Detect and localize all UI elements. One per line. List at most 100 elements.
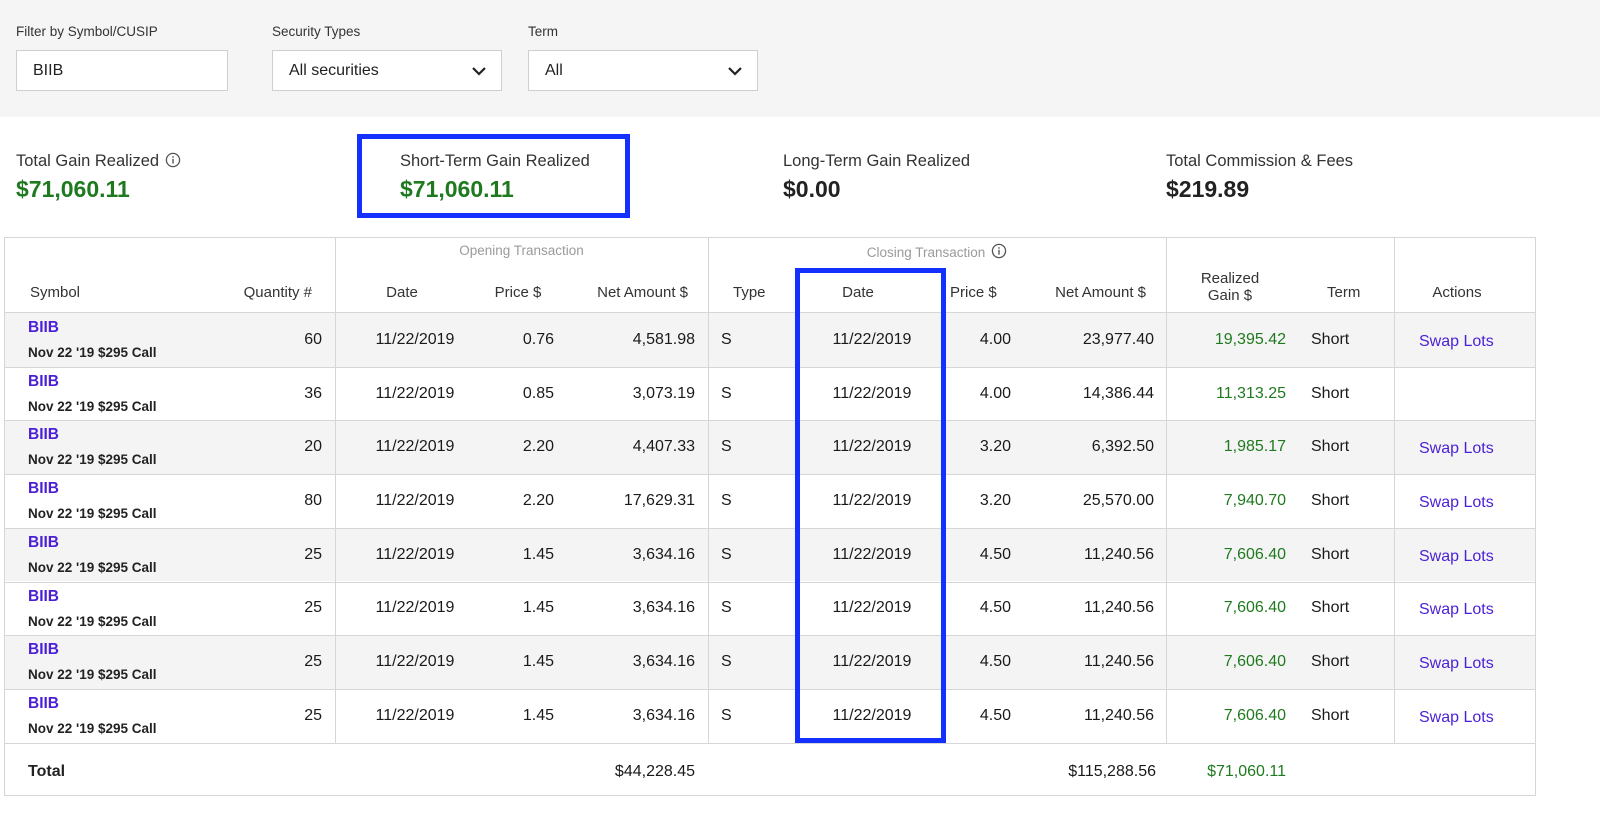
total-label: Total: [28, 762, 66, 780]
open-net-cell: 3,634.16: [632, 599, 695, 617]
close-price-cell: 4.50: [979, 599, 1011, 617]
col-header-close-net[interactable]: Net Amount $: [1030, 284, 1146, 301]
open-date-cell: 11/22/2019: [375, 706, 455, 724]
close-net-cell: 25,570.00: [1082, 491, 1154, 509]
open-net-cell: 3,634.16: [632, 706, 695, 724]
open-net-cell: 4,407.33: [632, 438, 695, 456]
open-price-cell: 1.45: [522, 545, 554, 563]
close-net-cell: 11,240.56: [1084, 599, 1154, 617]
close-net-cell: 11,240.56: [1084, 653, 1154, 671]
col-header-type[interactable]: Type: [733, 284, 766, 301]
symbol-link[interactable]: BIIB: [28, 426, 59, 444]
term-value: All: [545, 62, 563, 79]
col-header-actions: Actions: [1432, 284, 1482, 301]
col-header-realized-gain[interactable]: Realized Gain $: [1180, 270, 1280, 304]
term-cell: Short: [1311, 491, 1350, 509]
total-realized-gain: $71,060.11: [1207, 762, 1286, 780]
open-price-cell: 1.45: [522, 653, 554, 671]
swap-lots-link[interactable]: Swap Lots: [1419, 601, 1494, 619]
quantity-cell: 60: [304, 330, 322, 348]
quantity-cell: 36: [304, 384, 322, 402]
row-divider: [5, 474, 1535, 476]
col-header-term[interactable]: Term: [1327, 284, 1360, 301]
symbol-link[interactable]: BIIB: [28, 641, 59, 659]
type-cell: S: [721, 330, 732, 348]
open-price-cell: 1.45: [522, 599, 554, 617]
swap-lots-link[interactable]: Swap Lots: [1419, 333, 1494, 351]
row-divider: [5, 366, 1535, 368]
open-net-cell: 4,581.98: [632, 330, 695, 348]
close-net-cell: 6,392.50: [1091, 438, 1154, 456]
type-cell: S: [721, 653, 732, 671]
quantity-cell: 25: [304, 653, 322, 671]
col-header-open-price[interactable]: Price $: [478, 284, 558, 301]
col-header-quantity[interactable]: Quantity #: [200, 284, 312, 301]
open-price-cell: 1.45: [522, 706, 554, 724]
option-description: Nov 22 '19 $295 Call: [28, 720, 157, 736]
open-net-cell: 3,634.16: [632, 545, 695, 563]
symbol-link[interactable]: BIIB: [28, 373, 59, 391]
symbol-link[interactable]: BIIB: [28, 319, 59, 337]
realized-gain-cell: 1,985.17: [1223, 438, 1286, 456]
term-select[interactable]: All: [528, 50, 758, 91]
close-price-cell: 4.50: [979, 653, 1011, 671]
info-icon[interactable]: [991, 243, 1007, 259]
commission-fees-value: $219.89: [1166, 176, 1250, 202]
row-divider: [5, 635, 1535, 637]
chevron-down-icon: [728, 67, 742, 76]
close-net-cell: 11,240.56: [1084, 545, 1154, 563]
total-close-net: $115,288.56: [1068, 762, 1156, 780]
option-description: Nov 22 '19 $295 Call: [28, 506, 157, 522]
quantity-cell: 25: [304, 706, 322, 724]
col-header-close-price[interactable]: Price $: [950, 284, 997, 301]
symbol-filter-input[interactable]: BIIB: [16, 50, 228, 91]
swap-lots-link[interactable]: Swap Lots: [1419, 709, 1494, 727]
col-header-open-date[interactable]: Date: [350, 284, 454, 301]
column-divider: [1394, 237, 1395, 743]
row-divider: [5, 742, 1535, 744]
long-term-gain-label: Long-Term Gain Realized: [783, 152, 971, 170]
short-term-gain-highlight: [357, 134, 630, 218]
symbol-link[interactable]: BIIB: [28, 695, 59, 713]
row-divider: [5, 581, 1535, 583]
close-net-cell: 11,240.56: [1084, 706, 1154, 724]
open-date-cell: 11/22/2019: [375, 599, 455, 617]
quantity-cell: 25: [304, 599, 322, 617]
realized-gain-cell: 7,940.70: [1223, 491, 1286, 509]
swap-lots-link[interactable]: Swap Lots: [1419, 440, 1494, 458]
option-description: Nov 22 '19 $295 Call: [28, 559, 157, 575]
col-header-symbol[interactable]: Symbol: [30, 284, 80, 301]
security-types-value: All securities: [289, 62, 379, 79]
close-price-cell: 4.00: [979, 330, 1011, 348]
realized-gain-cell: 11,313.25: [1216, 384, 1286, 402]
option-description: Nov 22 '19 $295 Call: [28, 398, 157, 414]
option-description: Nov 22 '19 $295 Call: [28, 667, 157, 683]
swap-lots-link[interactable]: Swap Lots: [1419, 548, 1494, 566]
open-price-cell: 0.76: [522, 330, 554, 348]
swap-lots-link[interactable]: Swap Lots: [1419, 494, 1494, 512]
info-icon[interactable]: [165, 152, 181, 168]
close-price-cell: 4.50: [979, 706, 1011, 724]
row-divider: [5, 527, 1535, 529]
type-cell: S: [721, 438, 732, 456]
symbol-link[interactable]: BIIB: [28, 588, 59, 606]
column-divider: [708, 237, 709, 743]
security-types-select[interactable]: All securities: [272, 50, 502, 91]
column-divider: [1166, 237, 1167, 743]
symbol-link[interactable]: BIIB: [28, 480, 59, 498]
type-cell: S: [721, 599, 732, 617]
type-cell: S: [721, 545, 732, 563]
open-date-cell: 11/22/2019: [375, 330, 455, 348]
col-header-open-net[interactable]: Net Amount $: [570, 284, 688, 301]
opening-transaction-header: Opening Transaction: [459, 243, 584, 258]
open-price-cell: 0.85: [522, 384, 554, 402]
realized-gain-cell: 7,606.40: [1223, 545, 1286, 563]
swap-lots-link[interactable]: Swap Lots: [1419, 655, 1494, 673]
total-gain-value: $71,060.11: [16, 176, 130, 202]
closing-transaction-header: Closing Transaction: [708, 243, 1166, 260]
open-date-cell: 11/22/2019: [375, 438, 455, 456]
open-price-cell: 2.20: [522, 491, 554, 509]
symbol-link[interactable]: BIIB: [28, 534, 59, 552]
option-description: Nov 22 '19 $295 Call: [28, 345, 157, 360]
term-cell: Short: [1311, 599, 1350, 617]
